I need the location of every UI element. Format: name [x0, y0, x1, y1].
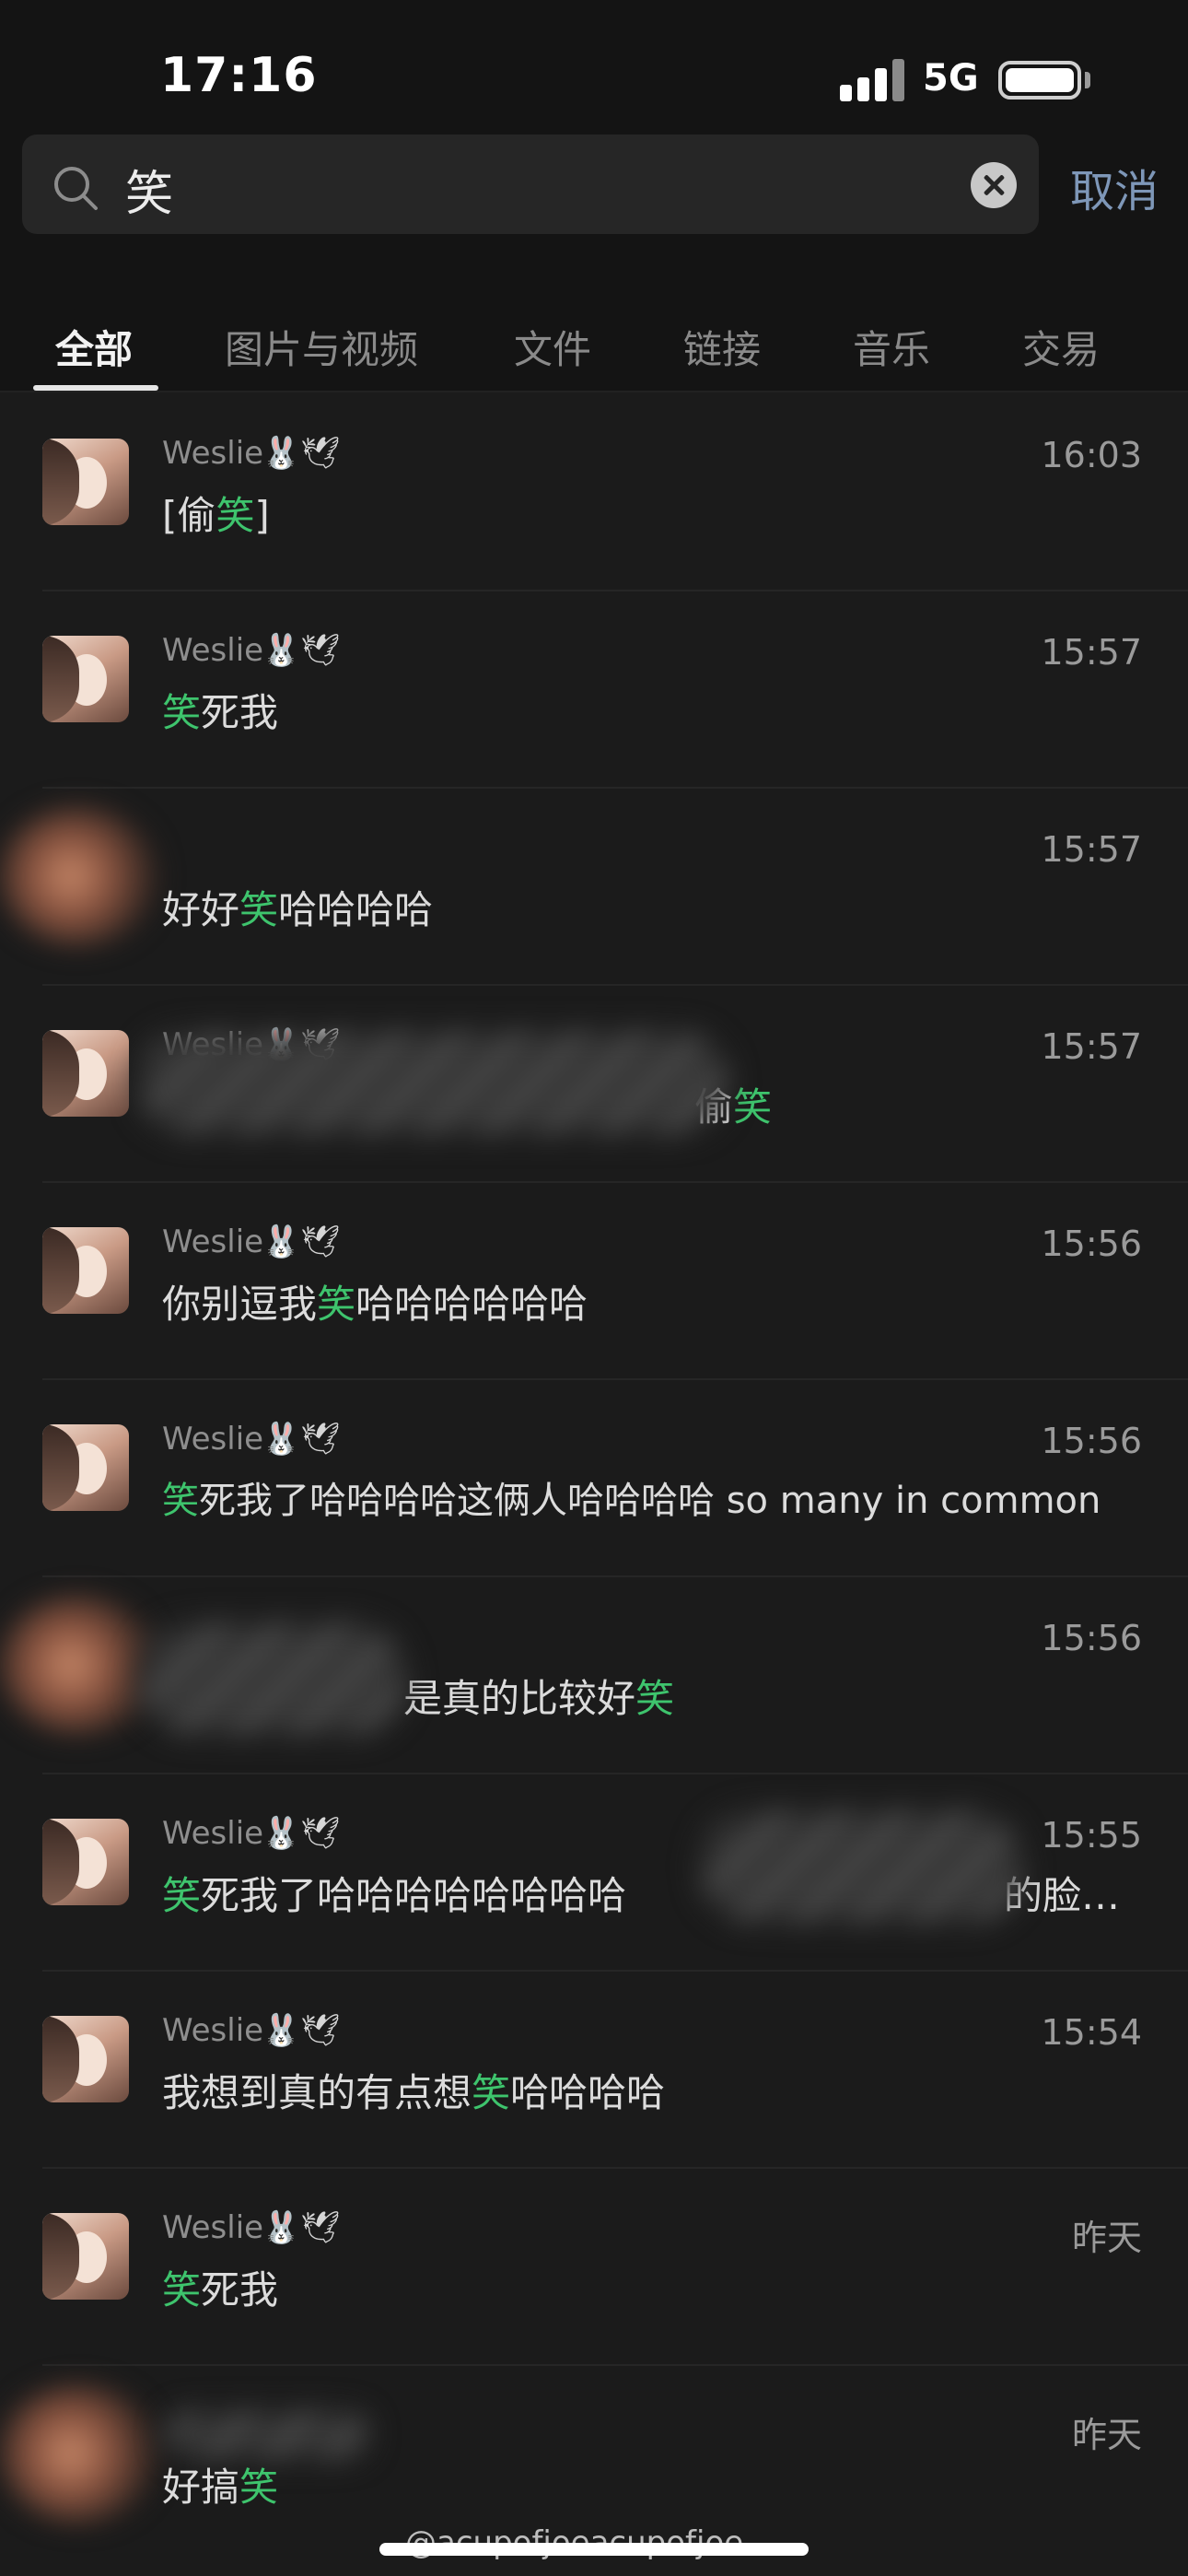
- home-indicator[interactable]: [379, 2543, 809, 2556]
- cancel-button[interactable]: 取消: [1070, 155, 1159, 219]
- keyword-highlight: 笑: [162, 2267, 202, 2313]
- sender-emoji: 🐰🕊: [262, 435, 341, 472]
- redaction-blur: [166, 2412, 368, 2458]
- avatar[interactable]: [42, 1819, 129, 1905]
- tab-music[interactable]: 音乐: [853, 319, 930, 375]
- message-time: 15:56: [1041, 1618, 1142, 1658]
- message-snippet: 笑死我了哈哈哈哈这俩人哈哈哈哈 so many in common: [162, 1480, 1101, 1522]
- message-time: 15:56: [1041, 1421, 1142, 1461]
- avatar[interactable]: [42, 636, 129, 722]
- keyword-highlight: 笑: [162, 690, 202, 735]
- sender-name: Weslie: [162, 2209, 264, 2246]
- status-bar: 17:16 5G: [0, 0, 1188, 129]
- redaction-blur: [700, 1811, 1022, 1922]
- message-snippet: 我想到真的有点想笑哈哈哈哈: [162, 2070, 666, 2115]
- message-time: 15:57: [1041, 632, 1142, 673]
- avatar[interactable]: [42, 1424, 129, 1511]
- avatar[interactable]: [42, 2016, 129, 2102]
- sender-name: Weslie: [162, 435, 264, 472]
- signal-strength-icon: [840, 59, 904, 101]
- sender-name: Weslie: [162, 2012, 264, 2049]
- result-row[interactable]: Weslie 🐰🕊 15:56 笑死我了哈哈哈哈这俩人哈哈哈哈 so many …: [0, 1380, 1188, 1577]
- keyword-highlight: 笑: [162, 1480, 199, 1522]
- message-snippet: 笑死我了哈哈哈哈哈哈哈哈: [162, 1873, 627, 1918]
- avatar-redacted[interactable]: [0, 1596, 157, 1734]
- message-time: 昨天: [1071, 2218, 1142, 2258]
- avatar[interactable]: [42, 2213, 129, 2300]
- sender-emoji: 🐰🕊: [262, 632, 341, 669]
- search-icon: [54, 167, 98, 210]
- tab-links[interactable]: 链接: [683, 319, 761, 375]
- keyword-highlight: 笑: [317, 1282, 356, 1327]
- message-snippet: 笑死我: [162, 2267, 279, 2313]
- active-tab-indicator: [33, 385, 158, 391]
- message-snippet: [偷笑]: [162, 493, 270, 538]
- avatar-redacted[interactable]: [0, 2384, 157, 2523]
- message-snippet: 笑死我: [162, 690, 279, 735]
- avatar[interactable]: [42, 439, 129, 525]
- avatar[interactable]: [42, 1030, 129, 1117]
- battery-icon: [998, 61, 1081, 100]
- tab-photos-videos[interactable]: 图片与视频: [225, 319, 418, 375]
- message-snippet: 好搞笑: [162, 2465, 279, 2510]
- result-row[interactable]: Weslie 🐰🕊 16:03 [偷笑]: [0, 394, 1188, 591]
- message-time: 15:57: [1041, 1026, 1142, 1067]
- sender-emoji: 🐰🕊: [262, 1224, 341, 1260]
- sender-name: Weslie: [162, 1815, 264, 1852]
- sender-emoji: 🐰🕊: [262, 2012, 341, 2049]
- message-time: 昨天: [1071, 2415, 1142, 2455]
- message-snippet: 你别逗我笑哈哈哈哈哈哈: [162, 1282, 588, 1327]
- message-time: 15:56: [1041, 1224, 1142, 1264]
- sender-emoji: 🐰🕊: [262, 2209, 341, 2246]
- keyword-highlight: 笑: [162, 1873, 202, 1918]
- search-query[interactable]: 笑: [125, 155, 173, 224]
- result-row[interactable]: Weslie 🐰🕊 15:54 我想到真的有点想笑哈哈哈哈: [0, 1972, 1188, 2169]
- keyword-highlight: 笑: [733, 1084, 773, 1130]
- result-row[interactable]: Weslie 🐰🕊 15:57 偷笑: [0, 986, 1188, 1183]
- keyword-highlight: 笑: [239, 2465, 279, 2510]
- result-row[interactable]: Weslie 🐰🕊 15:57 笑死我: [0, 591, 1188, 789]
- keyword-highlight: 笑: [239, 887, 279, 932]
- tab-all[interactable]: 全部: [55, 319, 133, 375]
- tab-transactions[interactable]: 交易: [1022, 319, 1100, 375]
- keyword-highlight: 笑: [472, 2070, 511, 2115]
- clear-icon[interactable]: [971, 162, 1017, 208]
- tab-files[interactable]: 文件: [514, 319, 591, 375]
- sender-emoji: 🐰🕊: [262, 1421, 341, 1458]
- result-row[interactable]: 15:57 好好笑哈哈哈哈: [0, 789, 1188, 986]
- sender-emoji: 🐰🕊: [262, 1815, 341, 1852]
- keyword-highlight: 笑: [215, 493, 255, 538]
- status-time: 17:16: [160, 48, 318, 103]
- message-time: 16:03: [1041, 435, 1142, 475]
- result-row[interactable]: 15:56 是真的比较好笑: [0, 1577, 1188, 1774]
- network-type: 5G: [923, 57, 979, 100]
- redaction-blur: [138, 1032, 728, 1133]
- battery-cap: [1085, 72, 1090, 88]
- avatar-redacted[interactable]: [0, 807, 157, 945]
- search-bar-container: 笑 取消: [0, 129, 1188, 258]
- sender-name: Weslie: [162, 1224, 264, 1260]
- result-row[interactable]: Weslie 🐰🕊 15:55 笑死我了哈哈哈哈哈哈哈哈 的脸…: [0, 1774, 1188, 1972]
- message-time: 15:54: [1041, 2012, 1142, 2053]
- filter-tabs: 全部 图片与视频 文件 链接 音乐 交易: [0, 258, 1188, 392]
- message-time: 15:57: [1041, 829, 1142, 870]
- message-snippet: 是真的比较好笑: [403, 1676, 675, 1721]
- sender-name: Weslie: [162, 632, 264, 669]
- result-row[interactable]: Weslie 🐰🕊 15:56 你别逗我笑哈哈哈哈哈哈: [0, 1183, 1188, 1380]
- result-row[interactable]: Weslie 🐰🕊 昨天 笑死我: [0, 2169, 1188, 2366]
- keyword-highlight: 笑: [635, 1676, 675, 1721]
- sender-name: Weslie: [162, 1421, 264, 1458]
- message-time: 15:55: [1041, 1815, 1142, 1856]
- message-snippet: 好好笑哈哈哈哈: [162, 887, 434, 932]
- redaction-blur: [138, 1623, 405, 1734]
- avatar[interactable]: [42, 1227, 129, 1314]
- search-input[interactable]: 笑: [22, 135, 1039, 234]
